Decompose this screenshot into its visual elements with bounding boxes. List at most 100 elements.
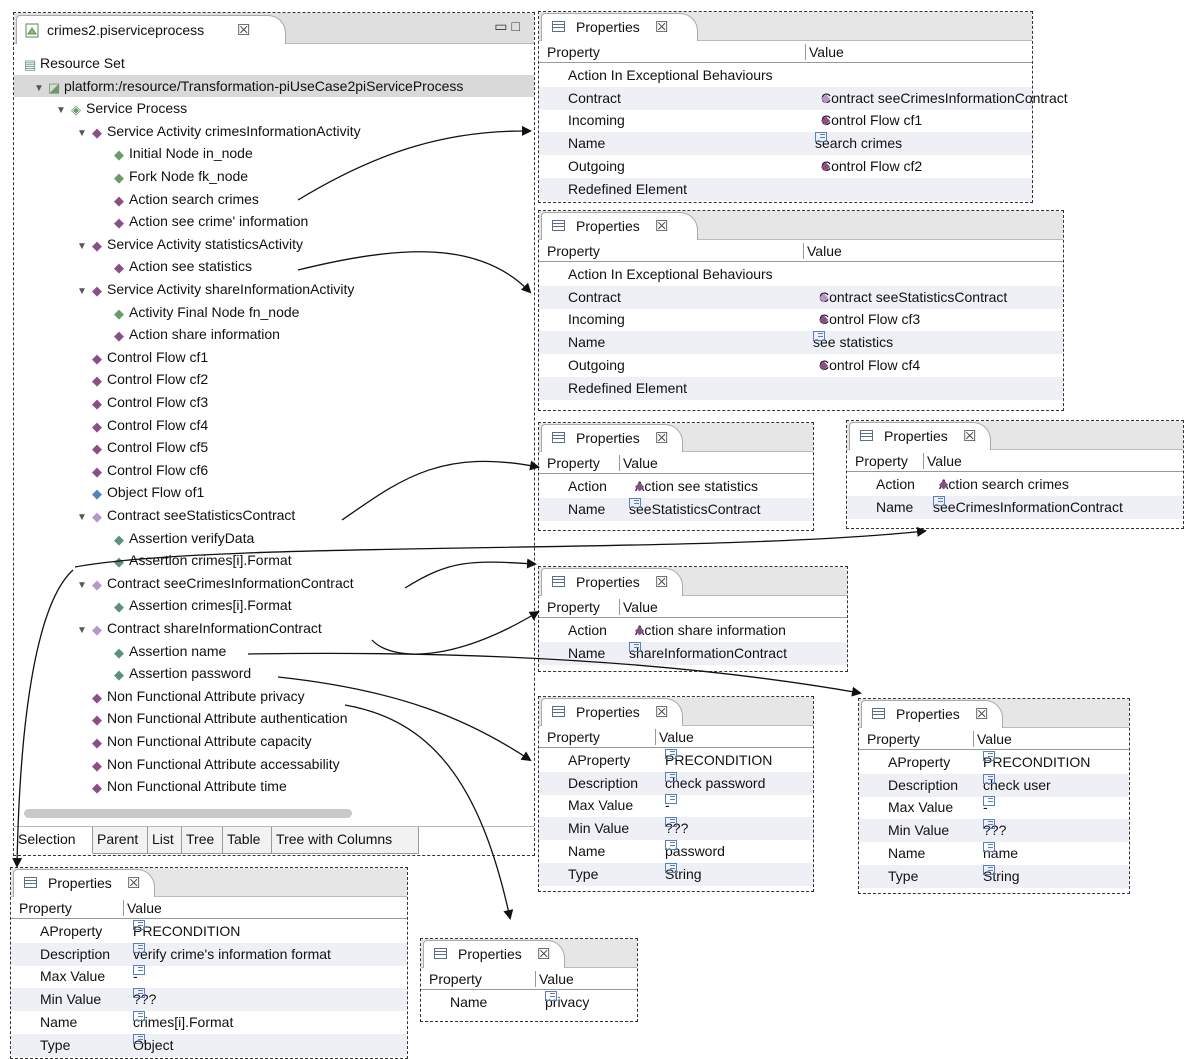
property-value-cell[interactable]: privacy	[545, 991, 589, 1014]
column-divider[interactable]	[655, 729, 656, 745]
close-icon[interactable]: ☒	[127, 874, 140, 892]
close-icon[interactable]: ☒	[655, 703, 668, 721]
property-value-cell[interactable]: ◆ Action search crimes	[939, 473, 1069, 496]
property-row[interactable]: Name see statistics	[539, 331, 1063, 355]
tree-item[interactable]: ◆ Initial Node in_node	[99, 142, 253, 164]
tree-item[interactable]: ◆ Fork Node fk_node	[99, 165, 248, 187]
tree-item[interactable]: ◆ Control Flow cf6	[77, 459, 208, 481]
horizontal-scrollbar[interactable]	[24, 809, 352, 818]
property-value-cell[interactable]: see statistics	[813, 331, 893, 354]
column-divider[interactable]	[923, 453, 924, 469]
property-row[interactable]: Action ◆ Action share information	[539, 619, 847, 642]
property-value-cell[interactable]: -	[133, 965, 145, 988]
property-column-header[interactable]: Property	[547, 599, 600, 615]
tree-item[interactable]: ▼ ◪ platform:/resource/Transformation-piUs…	[14, 75, 534, 97]
close-icon[interactable]: ☒	[655, 18, 668, 36]
property-value-cell[interactable]: ◆ Control Flow cf2	[821, 155, 922, 178]
column-divider[interactable]	[803, 243, 804, 259]
property-value-cell[interactable]: -	[983, 796, 995, 819]
tree-item[interactable]: ◆ Assertion crimes[i].Format	[99, 594, 292, 616]
value-column-header[interactable]: Value	[623, 455, 658, 471]
expand-toggle-icon[interactable]: ▼	[77, 507, 91, 529]
property-row[interactable]: Name seeStatisticsContract	[539, 497, 813, 521]
property-row[interactable]: Max Value -	[539, 794, 813, 817]
property-column-header[interactable]: Property	[547, 455, 600, 471]
property-value-cell[interactable]: ???	[133, 988, 156, 1011]
value-column-header[interactable]: Value	[539, 971, 574, 987]
property-row[interactable]: Redefined Element	[539, 177, 1032, 201]
value-column-header[interactable]: Value	[623, 599, 658, 615]
expand-toggle-icon[interactable]: ▼	[77, 236, 91, 258]
editor-tab[interactable]: crimes2.piserviceprocess ☒	[16, 15, 286, 44]
tree-item[interactable]: ◆ Control Flow cf1	[77, 346, 208, 368]
value-column-header[interactable]: Value	[127, 900, 162, 916]
property-value-cell[interactable]: String	[665, 862, 702, 886]
property-row[interactable]: Type Object	[11, 1033, 407, 1057]
property-value-cell[interactable]: -	[665, 794, 677, 817]
close-icon[interactable]: ☒	[655, 573, 668, 591]
property-row[interactable]: Name privacy	[421, 991, 637, 1014]
property-value-cell[interactable]: ◆ Contract seeCrimesInformationContract	[821, 87, 1068, 110]
bottom-tab-tree[interactable]: Tree	[182, 827, 223, 854]
tree-item[interactable]: ◆ Activity Final Node fn_node	[99, 301, 299, 323]
expand-toggle-icon[interactable]: ▼	[56, 100, 70, 122]
property-value-cell[interactable]: PRECONDITION	[983, 751, 1090, 774]
property-row[interactable]: Incoming ◆ Control Flow cf3	[539, 308, 1063, 331]
tree-item[interactable]: ▼ ◆ Service Activity crimesInformationActi…	[77, 120, 361, 142]
property-row[interactable]: Name search crimes	[539, 132, 1032, 156]
close-icon[interactable]: ☒	[237, 21, 250, 39]
bottom-tab-tree-with-columns[interactable]: Tree with Columns	[272, 827, 419, 854]
tree-item[interactable]: ◆ Assertion crimes[i].Format	[99, 549, 292, 571]
property-value-cell[interactable]: seeCrimesInformationContract	[933, 495, 1123, 519]
tree-item[interactable]: ◆ Control Flow cf3	[77, 391, 208, 413]
column-divider[interactable]	[123, 900, 124, 916]
property-value-cell[interactable]: search crimes	[815, 132, 902, 155]
tree-item[interactable]: ◆ Action search crimes	[99, 188, 259, 210]
property-value-cell[interactable]: verify crime's information format	[133, 942, 331, 966]
property-value-cell[interactable]: ◆ Action see statistics	[635, 475, 758, 498]
close-icon[interactable]: ☒	[963, 427, 976, 445]
property-row[interactable]: Incoming ◆ Control Flow cf1	[539, 109, 1032, 132]
property-row[interactable]: Redefined Element	[539, 376, 1063, 400]
property-row[interactable]: AProperty PRECONDITION	[859, 751, 1129, 774]
expand-toggle-icon[interactable]: ▼	[77, 123, 91, 145]
tree-item[interactable]: ◆ Non Functional Attribute time	[77, 775, 287, 797]
property-row[interactable]: Max Value -	[859, 796, 1129, 819]
value-column-header[interactable]: Value	[659, 729, 694, 745]
property-value-cell[interactable]: String	[983, 864, 1020, 888]
bottom-tab-table[interactable]: Table	[223, 827, 272, 854]
tree-item[interactable]: ◆ Control Flow cf4	[77, 414, 208, 436]
property-value-cell[interactable]: seeStatisticsContract	[629, 497, 761, 521]
properties-tab[interactable]: Properties ☒	[541, 698, 683, 726]
properties-tab[interactable]: Properties ☒	[849, 422, 991, 450]
properties-tab[interactable]: Properties ☒	[541, 13, 698, 41]
column-divider[interactable]	[619, 599, 620, 615]
property-row[interactable]: Name password	[539, 839, 813, 863]
tree-item[interactable]: ▼ ◆ Contract seeStatisticsContract	[77, 504, 295, 526]
property-column-header[interactable]: Property	[547, 243, 600, 259]
property-row[interactable]: Min Value???	[859, 819, 1129, 843]
property-row[interactable]: Action ◆ Action search crimes	[847, 473, 1183, 496]
property-row[interactable]: Action In Exceptional Behaviours	[539, 64, 1032, 87]
property-value-cell[interactable]: crimes[i].Format	[133, 1010, 233, 1034]
property-value-cell[interactable]: check password	[665, 771, 765, 795]
properties-tab[interactable]: Properties ☒	[861, 700, 1003, 728]
property-value-cell[interactable]: shareInformationContract	[629, 641, 787, 665]
tree-item[interactable]: ▼ ◆ Contract seeCrimesInformationContract	[77, 572, 354, 594]
tree-item[interactable]: ◆ Non Functional Attribute privacy	[77, 685, 305, 707]
column-divider[interactable]	[973, 731, 974, 747]
tree-item[interactable]: ◆ Non Functional Attribute capacity	[77, 730, 312, 752]
property-row[interactable]: Description check user	[859, 773, 1129, 797]
expand-toggle-icon[interactable]: ▼	[77, 620, 91, 642]
tree-item[interactable]: ◆ Non Functional Attribute authentication	[77, 707, 348, 729]
property-column-header[interactable]: Property	[855, 453, 908, 469]
tree-item[interactable]: ◆ Non Functional Attribute accessability	[77, 753, 340, 775]
properties-tab[interactable]: Properties ☒	[13, 869, 155, 897]
tree-item[interactable]: ◆ Assertion password	[99, 662, 251, 684]
property-column-header[interactable]: Property	[547, 729, 600, 745]
bottom-tab-list[interactable]: List	[148, 827, 182, 854]
property-row[interactable]: Type String	[539, 862, 813, 886]
properties-tab[interactable]: Properties ☒	[541, 568, 683, 596]
properties-tab[interactable]: Properties ☒	[423, 940, 565, 968]
property-row[interactable]: AProperty PRECONDITION	[11, 920, 407, 943]
